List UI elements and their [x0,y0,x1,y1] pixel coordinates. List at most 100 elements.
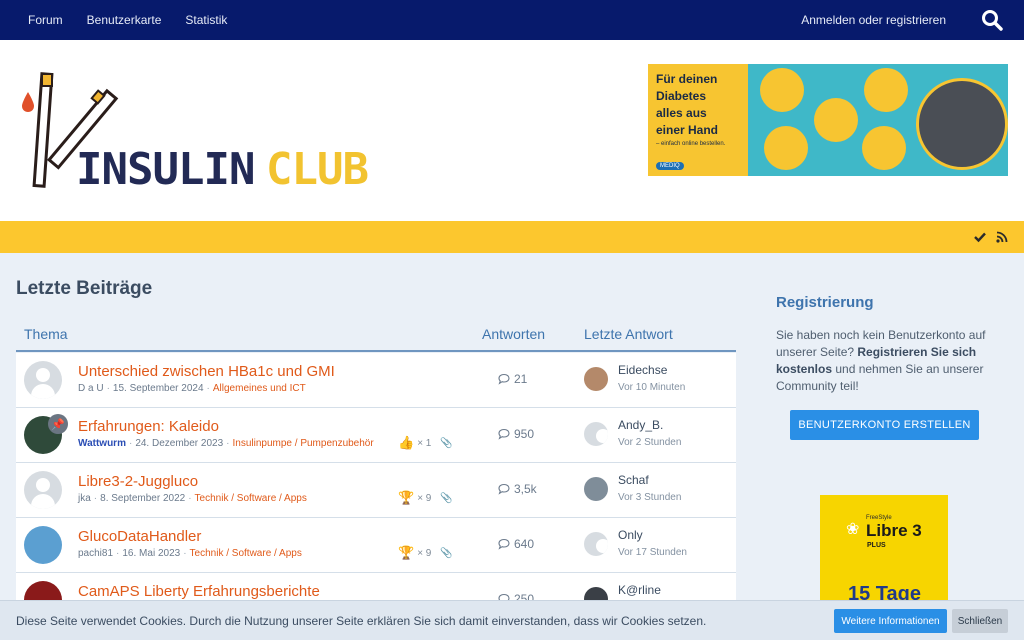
more-info-button[interactable]: Weitere Informationen [834,609,947,633]
reply-count: 21 [498,372,527,386]
avatar[interactable] [24,471,62,509]
thread-date[interactable]: 16. Mai 2023 [122,548,180,559]
sensor-icon [814,98,858,142]
thread-reactions: 👍 × 1 📎 [398,435,453,451]
last-reply-time[interactable]: Vor 10 Minuten [618,382,685,393]
thread-title[interactable]: CamAPS Liberty Erfahrungsberichte [78,583,320,600]
thread-forum[interactable]: Technik / Software / Apps [195,493,307,504]
reply-count-value: 950 [514,427,535,441]
create-account-button[interactable]: BENUTZERKONTO ERSTELLEN [790,410,979,440]
main-menu: Forum Benutzerkarte Statistik [16,0,239,40]
thread-reactions: 🏆 × 9 📎 [398,545,453,561]
last-reply-time[interactable]: Vor 3 Stunden [618,492,681,503]
trophy-icon: 🏆 [398,545,415,560]
column-header-thema[interactable]: Thema [24,326,68,342]
thread-date[interactable]: 24. Dezember 2023 [135,438,223,449]
last-reply-user[interactable]: Andy_B. [618,418,663,432]
reply-count: 3,5k [498,482,537,496]
thread-author[interactable]: D a U [78,383,104,394]
ad-photo [916,78,1008,170]
thread-author[interactable]: pachi81 [78,548,113,559]
pin-icon: 📌 [48,414,68,434]
cookie-text: Diese Seite verwendet Cookies. Durch die… [16,614,707,628]
thread-author[interactable]: jka [78,493,91,504]
avatar[interactable] [24,361,62,399]
comment-icon [498,483,510,495]
reply-count-value: 640 [514,537,535,551]
nav-item-benutzerkarte[interactable]: Benutzerkarte [75,0,174,40]
reaction-count: × 9 [417,492,432,504]
last-reply-user[interactable]: Only [618,528,643,542]
reply-count: 640 [498,537,534,551]
header-ad-banner[interactable]: Für deinen Diabetes alles aus einer Hand… [648,64,1008,176]
cookie-notice: Diese Seite verwendet Cookies. Durch die… [0,600,1024,640]
thread-meta: D a U · 15. September 2024 · Allgemeines und… [78,383,306,394]
thread-title[interactable]: GlucoDataHandler [78,528,201,545]
paperclip-icon: 📎 [440,492,453,504]
logo-text-insulin: INSULIN [76,144,255,195]
sidebar-registration-text: Sie haben noch kein Benutzerkonto auf un… [776,327,996,395]
thread-title[interactable]: Libre3-2-Juggluco [78,473,198,490]
last-reply-time[interactable]: Vor 2 Stunden [618,437,681,448]
butterfly-icon: ❀ [846,521,860,538]
thread-row[interactable]: Libre3-2-Juggluco jka · 8. September 2022 ·… [16,463,736,518]
thread-date[interactable]: 8. September 2022 [100,493,185,504]
top-navigation: Forum Benutzerkarte Statistik Anmelden o… [0,0,1024,40]
foot-icon [862,126,906,170]
last-reply-user[interactable]: Eidechse [618,363,667,377]
sidebar-ad-banner[interactable]: ❀ FreeStyle Libre 3 PLUS 15 Tage [820,495,948,605]
thread-forum[interactable]: Insulinpumpe / Pumpenzubehör [233,438,374,449]
thread-meta: pachi81 · 16. Mai 2023 · Technik / Software … [78,548,302,559]
nav-item-forum[interactable]: Forum [16,0,75,40]
last-reply-avatar[interactable] [584,422,608,446]
ad-brand-badge: MEDIQ [656,162,684,170]
last-reply-time[interactable]: Vor 17 Stunden [618,547,687,558]
ad-text-panel: Für deinen Diabetes alles aus einer Hand… [648,64,748,176]
checkmark-icon[interactable] [974,230,986,248]
reaction-count: × 1 [417,437,432,449]
login-link[interactable]: Anmelden oder registrieren [801,13,946,27]
comment-icon [498,373,510,385]
comment-icon [498,428,510,440]
last-reply-user[interactable]: Schaf [618,473,649,487]
comment-icon [498,538,510,550]
thread-row[interactable]: GlucoDataHandler pachi81 · 16. Mai 2023 · Te… [16,518,736,573]
reaction-count: × 9 [417,547,432,559]
insulinclub-logo[interactable]: INSULIN CLUB [18,70,398,195]
reply-count: 950 [498,427,534,441]
device-icon [764,126,808,170]
thread-list: Unterschied zwischen HBa1c und GMI D a U… [16,353,736,628]
thread-author[interactable]: Wattwurm [78,438,126,449]
logo-text-club: CLUB [266,144,369,195]
thread-date[interactable]: 15. September 2024 [113,383,204,394]
thread-title[interactable]: Erfahrungen: Kaleido [78,418,219,435]
thread-row[interactable]: 📌 Erfahrungen: Kaleido Wattwurm · 24. Deze… [16,408,736,463]
column-header-letzte-antwort[interactable]: Letzte Antwort [584,326,673,342]
pen-icon [760,68,804,112]
sub-navigation-bar [0,221,1024,253]
site-header: INSULIN CLUB Für deinen Diabetes alles a… [0,40,1024,221]
paperclip-icon: 📎 [440,437,453,449]
reply-count-value: 21 [514,372,528,386]
thread-forum[interactable]: Allgemeines und ICT [213,383,306,394]
thread-meta: jka · 8. September 2022 · Technik / Software… [78,493,307,504]
search-icon[interactable] [972,0,1012,40]
thread-row[interactable]: Unterschied zwischen HBa1c und GMI D a U… [16,353,736,408]
thread-meta: Wattwurm · 24. Dezember 2023 · Insulinpumpe … [78,438,374,449]
last-reply-avatar[interactable] [584,532,608,556]
last-reply-user[interactable]: K@rline [618,583,661,597]
thread-forum[interactable]: Technik / Software / Apps [190,548,302,559]
page-title: Letzte Beiträge [16,278,153,299]
close-cookie-button[interactable]: Schließen [952,609,1008,633]
ad-headline: Für deinen Diabetes alles aus einer Hand [656,72,719,137]
thread-title[interactable]: Unterschied zwischen HBa1c und GMI [78,363,335,380]
nav-item-statistik[interactable]: Statistik [173,0,239,40]
column-header-antworten[interactable]: Antworten [482,326,545,342]
last-reply-avatar[interactable] [584,367,608,391]
nav-right: Anmelden oder registrieren [801,0,1024,40]
avatar[interactable] [24,526,62,564]
last-reply-avatar[interactable] [584,477,608,501]
reply-count-value: 3,5k [514,482,537,496]
thumbs-up-icon: 👍 [398,435,415,450]
rss-icon[interactable] [996,230,1008,248]
